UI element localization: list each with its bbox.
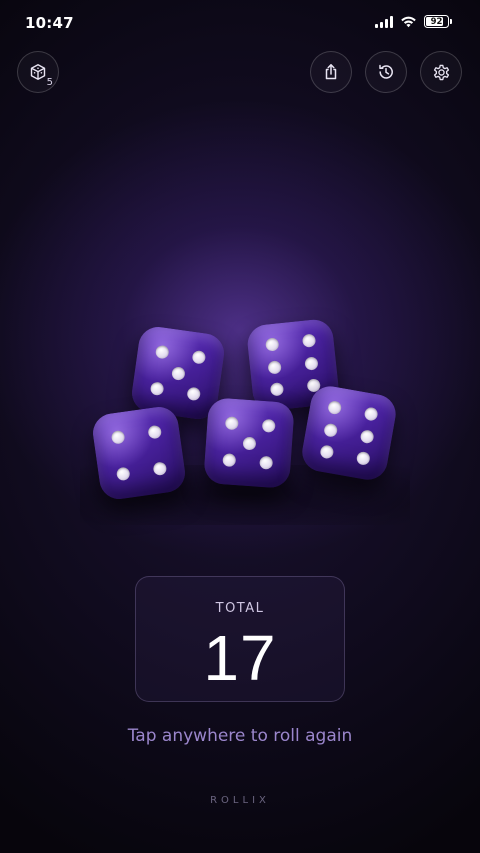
die-3[interactable] xyxy=(90,404,188,502)
cube-icon xyxy=(30,64,46,80)
wifi-icon xyxy=(401,16,416,28)
cellular-signal-icon xyxy=(375,15,393,28)
die-pip xyxy=(304,355,319,371)
die-pip xyxy=(192,349,207,365)
die-pip xyxy=(115,467,131,482)
dice-tray[interactable] xyxy=(0,300,480,540)
total-value: 17 xyxy=(203,622,277,694)
dice-roller-screen[interactable]: 10:47 92 5 TOTAL 17 Tap anywhere to roll… xyxy=(0,0,480,853)
die-pip xyxy=(262,418,277,433)
status-bar: 10:47 92 xyxy=(0,0,480,46)
battery-percent: 92 xyxy=(430,16,443,27)
die-pip xyxy=(322,422,338,438)
die-pip xyxy=(186,387,202,402)
die-pip xyxy=(149,381,164,397)
die-pip xyxy=(318,444,335,460)
total-label: TOTAL xyxy=(215,601,265,616)
die-pip xyxy=(302,333,317,348)
die-pip xyxy=(264,337,279,352)
die-pip xyxy=(110,429,125,445)
battery-icon: 92 xyxy=(424,15,449,28)
roll-again-hint: Tap anywhere to roll again xyxy=(127,726,353,746)
history-button[interactable] xyxy=(365,51,407,93)
die-pip xyxy=(224,415,239,430)
total-card: TOTAL 17 xyxy=(135,576,345,702)
die-pip xyxy=(267,359,282,375)
die-pip xyxy=(221,453,236,468)
die-pip xyxy=(242,436,256,450)
settings-button[interactable] xyxy=(420,51,462,93)
share-button[interactable] xyxy=(310,51,352,93)
history-icon xyxy=(379,64,393,79)
die-pip xyxy=(259,456,274,471)
share-icon xyxy=(325,64,337,80)
die-4[interactable] xyxy=(203,397,295,489)
die-pip xyxy=(356,450,372,466)
die-pip xyxy=(269,382,284,397)
die-5[interactable] xyxy=(299,383,399,483)
brand-logo-text: ROLLIX xyxy=(210,795,270,806)
gear-icon xyxy=(433,64,449,80)
status-indicators: 92 xyxy=(375,15,452,28)
die-pip xyxy=(360,428,376,444)
dice-count-button[interactable]: 5 xyxy=(17,51,59,93)
die-pip xyxy=(153,461,168,477)
status-time: 10:47 xyxy=(25,14,74,32)
die-pip xyxy=(170,365,186,381)
die-pip xyxy=(326,400,342,416)
dice-count-badge: 5 xyxy=(46,77,53,88)
die-pip xyxy=(154,344,170,359)
die-pip xyxy=(363,406,380,422)
die-pip xyxy=(147,424,163,439)
